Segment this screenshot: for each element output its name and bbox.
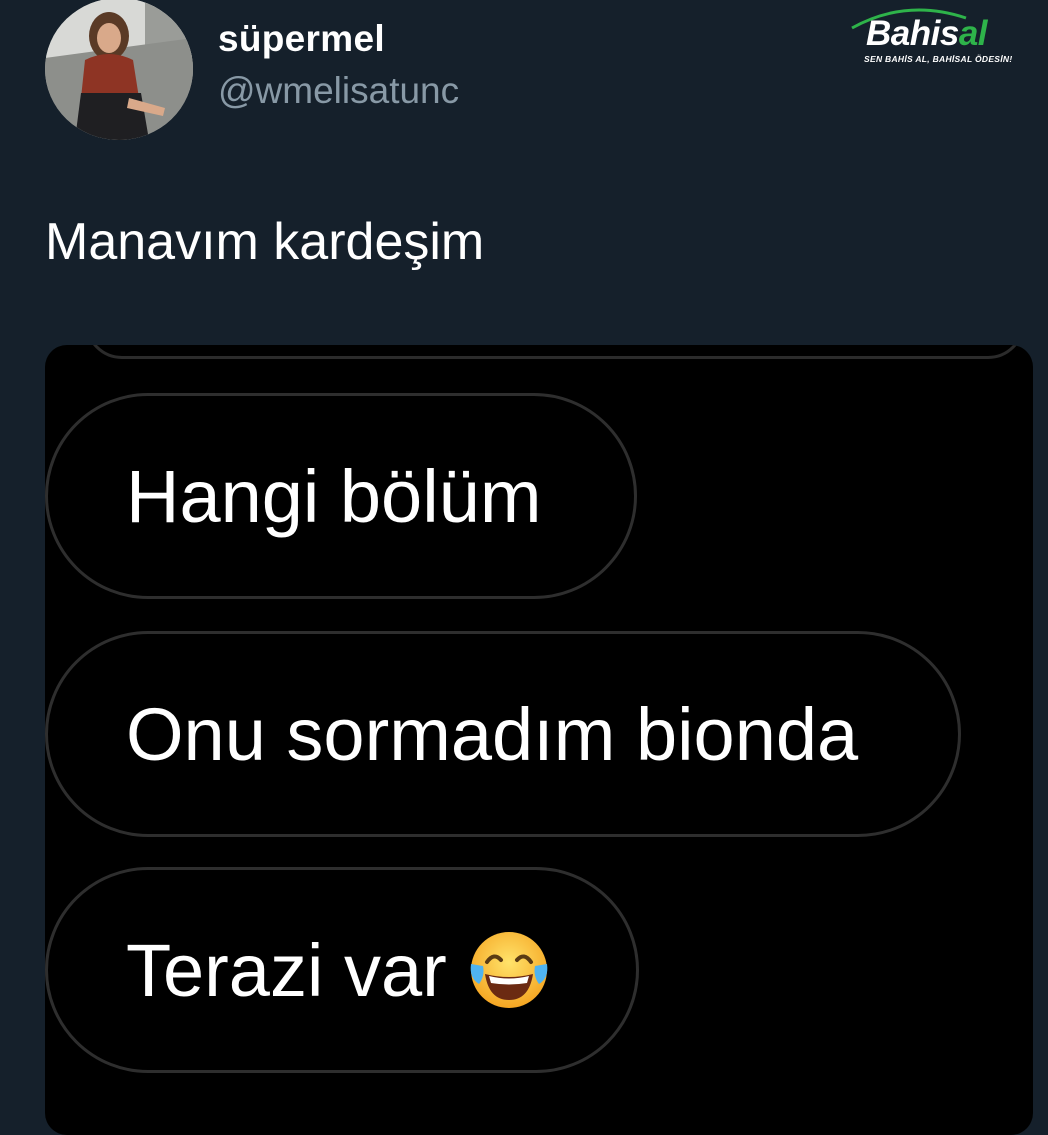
chat-bubble: Terazi var: [45, 867, 639, 1073]
display-name[interactable]: süpermel: [218, 18, 385, 60]
chat-message-text: Hangi bölüm: [126, 454, 542, 538]
avatar[interactable]: [45, 0, 193, 140]
face-with-tears-of-joy-icon: [467, 928, 551, 1012]
chat-bubble: Hangi bölüm: [45, 393, 637, 599]
chat-bubble: Onu sormadım bionda: [45, 631, 961, 837]
logo-wordmark: Bahisal: [866, 14, 988, 54]
logo-word-part1: Bahis: [866, 14, 959, 53]
cropped-chat-bubble: [85, 345, 1025, 359]
chat-message-text: Terazi var: [126, 928, 447, 1012]
logo-word-part2: al: [958, 14, 988, 53]
user-handle[interactable]: @wmelisatunc: [218, 70, 459, 112]
logo-slogan: SEN BAHİS AL, BAHİSAL ÖDESİN!: [864, 54, 1013, 64]
chat-message-text: Onu sormadım bionda: [126, 692, 859, 776]
profile-photo: [45, 0, 193, 140]
tweet-media-image[interactable]: Hangi bölüm Onu sormadım bionda Terazi v…: [45, 345, 1033, 1135]
bahisal-logo: Bahisal SEN BAHİS AL, BAHİSAL ÖDESİN!: [846, 4, 1042, 74]
tweet-text: Manavım kardeşim: [45, 213, 485, 271]
